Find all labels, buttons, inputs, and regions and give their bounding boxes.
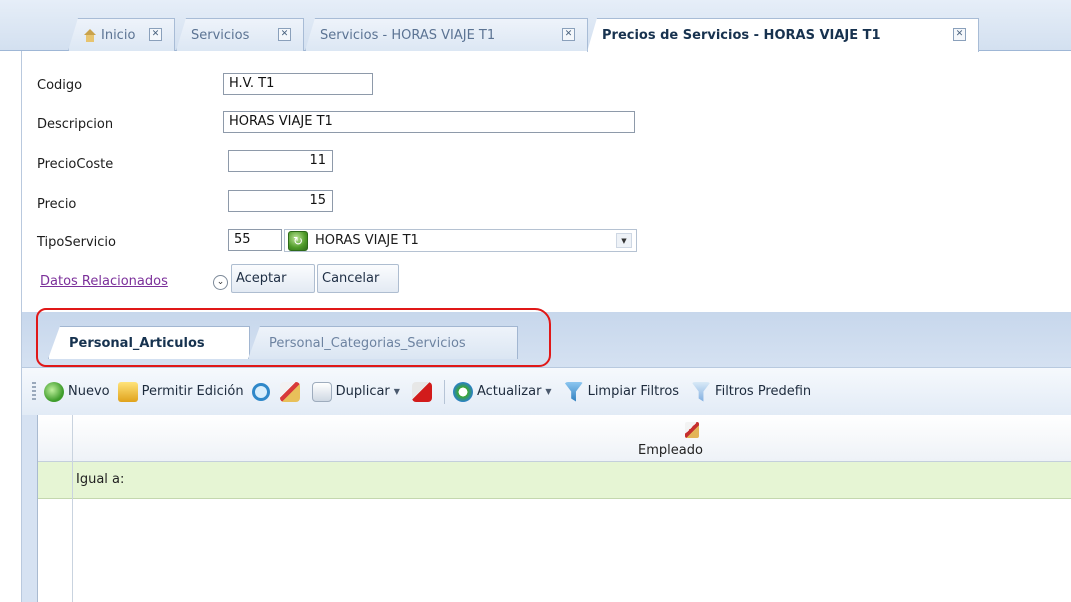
descripcion-label: Descripcion — [37, 117, 114, 132]
codigo-field[interactable]: H.V. T1 — [223, 73, 373, 95]
edit-icon[interactable] — [279, 381, 300, 402]
lock-icon — [117, 381, 138, 402]
allow-edit-button[interactable]: Permitir Edición — [117, 381, 244, 402]
add-icon — [44, 381, 64, 402]
clear-filters-button[interactable]: Limpiar Filtros — [563, 381, 680, 402]
close-icon[interactable]: ✕ — [149, 28, 162, 41]
clear-filter-icon — [563, 381, 584, 402]
tab-label: Servicios - HORAS VIAJE T1 — [320, 27, 496, 43]
filter-operator[interactable]: Igual a: — [76, 472, 124, 487]
precio-coste-field[interactable]: 11 — [228, 150, 333, 172]
column-header-empleado[interactable]: Empleado — [638, 443, 703, 458]
predefined-filters-button[interactable]: Filtros Predefin — [691, 381, 812, 402]
tipo-servicio-code-field[interactable]: 55 — [228, 229, 282, 251]
toolbar: Nuevo Permitir Edición Duplicar ▼ Actual… — [22, 367, 1071, 415]
tab-inicio[interactable]: Inicio ✕ — [68, 18, 175, 51]
toolbar-grip[interactable] — [32, 381, 36, 402]
descripcion-field[interactable]: HORAS VIAJE T1 — [223, 111, 635, 133]
chevron-down-icon[interactable]: ▼ — [545, 387, 551, 396]
new-label: Nuevo — [68, 384, 110, 399]
codigo-label: Codigo — [37, 78, 83, 93]
close-icon[interactable]: ✕ — [562, 28, 575, 41]
refresh-label: Actualizar — [476, 384, 542, 399]
refresh-button[interactable]: Actualizar ▼ — [452, 381, 552, 402]
search-icon[interactable] — [251, 382, 270, 401]
predefined-filters-label: Filtros Predefin — [715, 384, 812, 399]
tab-servicios-horas-viaje[interactable]: Servicios - HORAS VIAJE T1 ✕ — [305, 18, 588, 51]
new-button[interactable]: Nuevo — [44, 381, 110, 402]
edit-icon — [685, 422, 699, 438]
close-icon[interactable]: ✕ — [278, 28, 291, 41]
refresh-icon[interactable]: ↻ — [288, 230, 308, 251]
tab-personal-articulos[interactable]: Personal_Articulos — [48, 326, 250, 359]
tab-label: Inicio — [101, 27, 136, 43]
accept-button[interactable]: Aceptar — [231, 264, 315, 293]
toolbar-separator — [443, 379, 445, 404]
data-grid: Empleado Igual a: — [37, 415, 1071, 602]
chevron-down-icon[interactable]: ▼ — [616, 233, 632, 248]
cancel-button[interactable]: Cancelar — [317, 264, 399, 293]
tab-servicios[interactable]: Servicios ✕ — [176, 18, 304, 51]
duplicate-button[interactable]: Duplicar ▼ — [311, 381, 400, 402]
close-icon[interactable]: ✕ — [953, 28, 966, 41]
tab-label: Personal_Categorias_Servicios — [269, 335, 466, 351]
tab-label: Servicios — [191, 27, 250, 43]
grid-header: Empleado — [38, 415, 1071, 462]
delete-icon[interactable] — [411, 381, 432, 402]
filter-row[interactable] — [38, 462, 1071, 499]
duplicate-label: Duplicar — [335, 384, 390, 399]
row-indicator-column — [38, 415, 73, 602]
tipo-servicio-name: HORAS VIAJE T1 — [315, 233, 419, 248]
filter-icon — [691, 381, 712, 402]
chevron-down-icon[interactable]: ▼ — [394, 387, 400, 396]
tipo-servicio-combo[interactable]: ↻ HORAS VIAJE T1 ▼ — [284, 229, 637, 252]
expand-icon[interactable]: ⌄ — [213, 275, 228, 290]
precio-coste-label: PrecioCoste — [37, 157, 114, 172]
refresh-icon — [452, 381, 473, 402]
clear-filters-label: Limpiar Filtros — [587, 384, 680, 399]
allow-edit-label: Permitir Edición — [141, 384, 244, 399]
home-icon — [83, 28, 97, 42]
tab-personal-categorias-servicios[interactable]: Personal_Categorias_Servicios — [248, 326, 518, 359]
precio-field[interactable]: 15 — [228, 190, 333, 212]
related-data-link[interactable]: Datos Relacionados — [40, 274, 168, 289]
tab-precios-servicios[interactable]: Precios de Servicios - HORAS VIAJE T1 ✕ — [587, 18, 979, 52]
document-tab-strip: Inicio ✕ Servicios ✕ Servicios - HORAS V… — [0, 0, 1071, 52]
tab-label: Precios de Servicios - HORAS VIAJE T1 — [602, 28, 881, 43]
tipo-servicio-label: TipoServicio — [37, 235, 116, 250]
tab-label: Personal_Articulos — [69, 335, 205, 351]
duplicate-icon — [311, 381, 332, 402]
precio-label: Precio — [37, 197, 77, 212]
